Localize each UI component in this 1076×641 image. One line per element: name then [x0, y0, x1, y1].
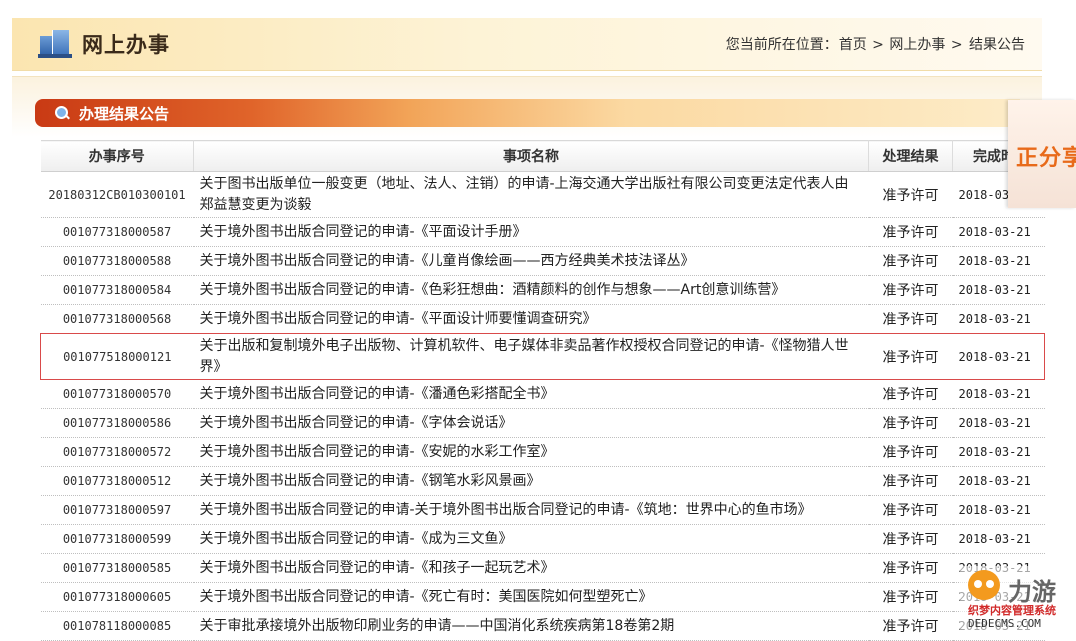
table-row: 001077318000586 关于境外图书出版合同登记的申请-《字体会说话》 …: [40, 408, 1045, 438]
table-header-row: 办事序号 事项名称 处理结果 完成时间: [40, 140, 1045, 172]
row-name-link[interactable]: 关于境外图书出版合同登记的申请-《色彩狂想曲：酒精颜料的创作与想象——Art创意…: [193, 275, 869, 305]
row-date: 2018-03-21: [952, 379, 1045, 409]
table-row: 001077318000584 关于境外图书出版合同登记的申请-《色彩狂想曲：酒…: [40, 275, 1045, 305]
row-name-link[interactable]: 关于境外图书出版合同登记的申请-《和孩子一起玩艺术》: [193, 553, 869, 583]
results-table: 办事序号 事项名称 处理结果 完成时间 20180312CB010300101 …: [40, 140, 1045, 641]
row-result: 准予许可: [868, 246, 953, 276]
row-id: 001077318000588: [40, 246, 194, 276]
row-id: 001077318000599: [40, 524, 194, 554]
row-result: 准予许可: [868, 495, 953, 525]
row-result: 准予许可: [868, 437, 953, 467]
mascot-logo-icon: [968, 570, 1004, 602]
row-id: 001077318000586: [40, 408, 194, 438]
row-name-link[interactable]: 关于境外图书出版合同登记的申请-《潘通色彩搭配全书》: [193, 379, 869, 409]
row-result: 准予许可: [868, 217, 953, 247]
row-result: 准予许可: [868, 408, 953, 438]
table-row: 001077318000588 关于境外图书出版合同登记的申请-《儿童肖像绘画—…: [40, 246, 1045, 276]
row-name-link[interactable]: 关于境外图书出版合同登记的申请-《字体会说话》: [193, 408, 869, 438]
breadcrumb-current: 结果公告: [969, 37, 1025, 53]
breadcrumb-prefix: 您当前所在位置：: [725, 37, 838, 53]
row-result: 准予许可: [868, 171, 953, 218]
row-date: 2018-03-21: [952, 524, 1045, 554]
header-title: 网上办事: [82, 32, 170, 57]
row-date: 2018-03-21: [952, 333, 1045, 380]
row-id: 001077318000605: [40, 582, 194, 612]
table-row: 001077318000599 关于境外图书出版合同登记的申请-《成为三文鱼》 …: [40, 524, 1045, 554]
row-result: 准予许可: [868, 333, 953, 380]
table-row: 001077318000585 关于境外图书出版合同登记的申请-《和孩子一起玩艺…: [40, 553, 1045, 583]
breadcrumb-separator: >: [950, 37, 963, 53]
column-header-result: 处理结果: [868, 140, 953, 172]
watermark-line2: 织梦内容管理系统: [968, 604, 1056, 617]
row-date: 2018-03-21: [952, 275, 1045, 305]
row-id: 001077318000512: [40, 466, 194, 496]
section-title: 办理结果公告: [79, 104, 170, 123]
row-id: 001077518000121: [40, 333, 194, 380]
building-icon: [38, 30, 74, 58]
row-result: 准予许可: [868, 379, 953, 409]
row-id: 001077318000572: [40, 437, 194, 467]
row-name-link[interactable]: 关于境外图书出版合同登记的申请-《钢笔水彩风景画》: [193, 466, 869, 496]
row-date: 2018-03-21: [952, 495, 1045, 525]
row-date: 2018-03-21: [952, 408, 1045, 438]
table-row: 20180312CB010300101 关于图书出版单位一般变更（地址、法人、注…: [40, 171, 1045, 218]
table-row: 001077318000587 关于境外图书出版合同登记的申请-《平面设计手册》…: [40, 217, 1045, 247]
row-name-link[interactable]: 关于境外图书出版合同登记的申请-《安妮的水彩工作室》: [193, 437, 869, 467]
table-row: 001077318000568 关于境外图书出版合同登记的申请-《平面设计师要懂…: [40, 304, 1045, 334]
watermark-line3: DEDECMS.COM: [968, 617, 1041, 630]
share-banner-text: 正分享: [1016, 146, 1076, 171]
column-header-id: 办事序号: [40, 140, 194, 172]
row-id: 001077318000570: [40, 379, 194, 409]
row-id: 001077318000584: [40, 275, 194, 305]
row-date: 2018-03-21: [952, 217, 1045, 247]
row-name-link[interactable]: 关于出版和复制境外电子出版物、计算机软件、电子媒体非卖品著作权授权合同登记的申请…: [193, 333, 869, 380]
breadcrumb: 您当前所在位置：首页 > 网上办事 > 结果公告: [725, 34, 1026, 54]
row-id: 20180312CB010300101: [40, 171, 194, 218]
header-title-group: 网上办事: [38, 26, 170, 62]
row-id: 001078118000085: [40, 611, 194, 641]
row-id: 001077318000568: [40, 304, 194, 334]
page-header: 网上办事 您当前所在位置：首页 > 网上办事 > 结果公告: [12, 18, 1042, 71]
column-header-name: 事项名称: [193, 140, 869, 172]
row-id: 001077318000597: [40, 495, 194, 525]
row-result: 准予许可: [868, 466, 953, 496]
row-name-link[interactable]: 关于境外图书出版合同登记的申请-《死亡有时：美国医院如何型塑死亡》: [193, 582, 869, 612]
table-row: 001077318000605 关于境外图书出版合同登记的申请-《死亡有时：美国…: [40, 582, 1045, 612]
row-date: 2018-03-21: [952, 466, 1045, 496]
row-date: 2018-03-21: [952, 437, 1045, 467]
row-name-link[interactable]: 关于境外图书出版合同登记的申请-关于境外图书出版合同登记的申请-《筑地：世界中心…: [193, 495, 869, 525]
row-result: 准予许可: [868, 275, 953, 305]
row-date: 2018-03-21: [952, 304, 1045, 334]
breadcrumb-home-link[interactable]: 首页: [839, 37, 867, 53]
row-id: 001077318000585: [40, 553, 194, 583]
row-result: 准予许可: [868, 611, 953, 641]
row-result: 准予许可: [868, 553, 953, 583]
breadcrumb-online-service-link[interactable]: 网上办事: [889, 37, 945, 53]
watermark: 力游 织梦内容管理系统 DEDECMS.COM: [960, 566, 1076, 634]
breadcrumb-separator: >: [872, 37, 884, 53]
search-icon: [55, 106, 70, 120]
table-row: 001077318000597 关于境外图书出版合同登记的申请-关于境外图书出版…: [40, 495, 1045, 525]
table-row-highlighted: 001077518000121 关于出版和复制境外电子出版物、计算机软件、电子媒…: [40, 333, 1045, 380]
section-header-bar: 办理结果公告: [35, 99, 1020, 127]
row-name-link[interactable]: 关于审批承接境外出版物印刷业务的申请——中国消化系统疾病第18卷第2期: [193, 611, 869, 641]
row-date: 2018-03-21: [952, 246, 1045, 276]
row-name-link[interactable]: 关于境外图书出版合同登记的申请-《平面设计师要懂调查研究》: [193, 304, 869, 334]
share-side-banner[interactable]: 正分享: [1008, 100, 1076, 208]
row-result: 准予许可: [868, 304, 953, 334]
row-id: 001077318000587: [40, 217, 194, 247]
row-result: 准予许可: [868, 582, 953, 612]
table-row: 001077318000570 关于境外图书出版合同登记的申请-《潘通色彩搭配全…: [40, 379, 1045, 409]
row-result: 准予许可: [868, 524, 953, 554]
table-row: 001077318000572 关于境外图书出版合同登记的申请-《安妮的水彩工作…: [40, 437, 1045, 467]
row-name-link[interactable]: 关于境外图书出版合同登记的申请-《平面设计手册》: [193, 217, 869, 247]
row-name-link[interactable]: 关于图书出版单位一般变更（地址、法人、注销）的申请-上海交通大学出版社有限公司变…: [193, 171, 869, 218]
row-name-link[interactable]: 关于境外图书出版合同登记的申请-《成为三文鱼》: [193, 524, 869, 554]
table-row: 001078118000085 关于审批承接境外出版物印刷业务的申请——中国消化…: [40, 611, 1045, 641]
table-row: 001077318000512 关于境外图书出版合同登记的申请-《钢笔水彩风景画…: [40, 466, 1045, 496]
row-name-link[interactable]: 关于境外图书出版合同登记的申请-《儿童肖像绘画——西方经典美术技法译丛》: [193, 246, 869, 276]
